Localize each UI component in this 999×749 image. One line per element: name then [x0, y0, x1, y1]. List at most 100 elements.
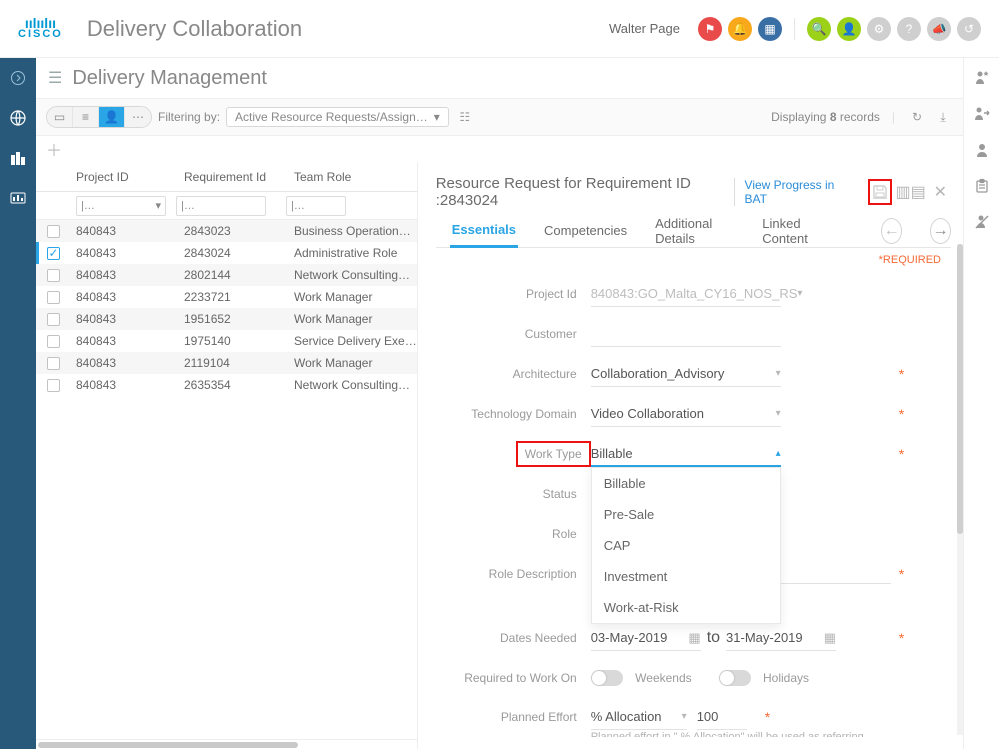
table-row[interactable]: 8408432635354Network Consulting…	[36, 374, 417, 396]
person-arrow-icon[interactable]	[972, 104, 992, 124]
cell-project-id: 840843	[68, 334, 176, 348]
table-row[interactable]: 8408432802144Network Consulting…	[36, 264, 417, 286]
flag-icon[interactable]: ⚑	[698, 17, 722, 41]
tab-competencies[interactable]: Competencies	[542, 215, 629, 246]
cisco-logo: ıılıılıı CISCO	[18, 17, 63, 39]
dashboard-icon[interactable]	[4, 184, 32, 212]
toggle-holidays[interactable]	[719, 670, 751, 686]
add-row-button[interactable]: ＋	[46, 137, 62, 161]
search-icon[interactable]: 🔍	[807, 17, 831, 41]
help-icon[interactable]: ?	[897, 17, 921, 41]
globe-icon[interactable]	[4, 104, 32, 132]
table-row[interactable]: 8408432233721Work Manager	[36, 286, 417, 308]
cell-requirement-id: 2233721	[176, 290, 286, 304]
col-requirement-id[interactable]: Requirement Id	[176, 170, 286, 184]
col-team-role[interactable]: Team Role	[286, 170, 417, 184]
required-indicator: *	[899, 366, 904, 382]
user-icon[interactable]: 👤	[837, 17, 861, 41]
person-star-icon[interactable]	[972, 68, 992, 88]
filter-project-id[interactable]: |…▾	[76, 196, 166, 216]
view-more-icon[interactable]: ⋯	[125, 107, 151, 127]
view-bat-link[interactable]: View Progress in BAT	[734, 178, 848, 206]
table-row[interactable]: 8408432119104Work Manager	[36, 352, 417, 374]
row-checkbox[interactable]	[47, 313, 60, 326]
calendar-icon[interactable]: ▦	[758, 17, 782, 41]
vertical-scrollbar[interactable]	[957, 244, 963, 735]
work-type-option[interactable]: Work-at-Risk	[592, 592, 780, 623]
next-record-button[interactable]: →	[930, 218, 951, 244]
save-icon	[872, 184, 888, 200]
label-date-to: to	[707, 629, 720, 647]
calendar-icon[interactable]: ▦	[824, 630, 836, 646]
header-icon-group: ⚑ 🔔 ▦ 🔍 👤 ⚙ ? 📣 ↺	[698, 17, 981, 41]
label-weekends: Weekends	[635, 671, 691, 685]
horizontal-scrollbar[interactable]	[36, 739, 417, 749]
work-type-option[interactable]: Billable	[592, 468, 780, 499]
tab-linked-content[interactable]: Linked Content	[760, 208, 833, 254]
buildings-icon[interactable]	[4, 144, 32, 172]
row-checkbox[interactable]	[47, 335, 60, 348]
row-checkbox[interactable]	[47, 357, 60, 370]
field-customer[interactable]	[591, 321, 781, 347]
expand-rail-icon[interactable]	[4, 64, 32, 92]
bell-icon[interactable]: 🔔	[728, 17, 752, 41]
save-button[interactable]	[868, 179, 892, 205]
person-disabled-icon[interactable]	[972, 212, 992, 232]
row-checkbox[interactable]	[47, 225, 60, 238]
table-filter-row: |…▾ |… |…	[36, 192, 417, 220]
person-icon[interactable]	[972, 140, 992, 160]
work-type-dropdown[interactable]: BillablePre-SaleCAPInvestmentWork-at-Ris…	[591, 467, 781, 624]
tab-additional-details[interactable]: Additional Details	[653, 208, 736, 254]
detail-title: Resource Request for Requirement ID :284…	[436, 175, 724, 209]
work-type-option[interactable]: CAP	[592, 530, 780, 561]
layout-toggle-icon[interactable]: ▥▤	[902, 183, 920, 201]
field-planned-effort-value[interactable]: 100	[697, 704, 747, 730]
row-checkbox[interactable]	[47, 379, 60, 392]
label-work-type: Work Type	[516, 441, 591, 467]
work-type-option[interactable]: Investment	[592, 561, 780, 592]
field-date-from[interactable]: 03-May-2019▦	[591, 625, 701, 651]
toggle-weekends[interactable]	[591, 670, 623, 686]
table-header: Project ID Requirement Id Team Role	[36, 162, 417, 192]
filter-team-role[interactable]: |…	[286, 196, 346, 216]
cell-project-id: 840843	[68, 312, 176, 326]
table-row[interactable]: ✓8408432843024Administrative Role	[36, 242, 417, 264]
table-row[interactable]: 8408431951652Work Manager	[36, 308, 417, 330]
detail-panel: Resource Request for Requirement ID :284…	[418, 162, 963, 749]
work-type-option[interactable]: Pre-Sale	[592, 499, 780, 530]
tab-essentials[interactable]: Essentials	[450, 214, 518, 248]
calendar-icon[interactable]: ▦	[688, 630, 700, 646]
table-row[interactable]: 8408431975140Service Delivery Exe…	[36, 330, 417, 352]
view-person-icon[interactable]: 👤	[99, 107, 125, 127]
filter-requirement-id[interactable]: |…	[176, 196, 266, 216]
field-work-type[interactable]: Billable▴	[591, 441, 781, 467]
announce-icon[interactable]: 📣	[927, 17, 951, 41]
field-project-id[interactable]: 840843:GO_Malta_CY16_NOS_RS▾	[591, 281, 781, 307]
export-icon[interactable]: ⤓	[933, 107, 953, 127]
prev-record-button[interactable]: ←	[881, 218, 902, 244]
gear-icon[interactable]: ⚙	[867, 17, 891, 41]
history-icon[interactable]: ↺	[957, 17, 981, 41]
view-list-icon[interactable]: ≡	[73, 107, 99, 127]
close-button[interactable]: ✕	[930, 182, 951, 202]
user-name[interactable]: Walter Page	[609, 21, 680, 36]
filter-chip[interactable]: Active Resource Requests/Assign… ▾	[226, 107, 449, 127]
view-gantt-icon[interactable]: ▭	[47, 107, 73, 127]
col-project-id[interactable]: Project ID	[68, 170, 176, 184]
row-checkbox[interactable]	[47, 269, 60, 282]
page-title: Delivery Management	[72, 67, 267, 90]
table-row[interactable]: 8408432843023Business Operation…	[36, 220, 417, 242]
row-checkbox[interactable]	[47, 291, 60, 304]
refresh-icon[interactable]: ↻	[907, 107, 927, 127]
requests-table: Project ID Requirement Id Team Role |…▾ …	[36, 162, 418, 749]
field-date-to[interactable]: 31-May-2019▦	[726, 625, 836, 651]
record-count: Displaying 8 records	[771, 110, 880, 124]
cell-requirement-id: 2635354	[176, 378, 286, 392]
row-checkbox[interactable]: ✓	[47, 247, 60, 260]
field-architecture[interactable]: Collaboration_Advisory▾	[591, 361, 781, 387]
field-planned-effort-mode[interactable]: % Allocation▾	[591, 704, 687, 730]
view-mode-segment[interactable]: ▭ ≡ 👤 ⋯	[46, 106, 152, 128]
field-tech-domain[interactable]: Video Collaboration▾	[591, 401, 781, 427]
filter-settings-icon[interactable]: ☷	[455, 107, 475, 127]
clipboard-icon[interactable]	[972, 176, 992, 196]
